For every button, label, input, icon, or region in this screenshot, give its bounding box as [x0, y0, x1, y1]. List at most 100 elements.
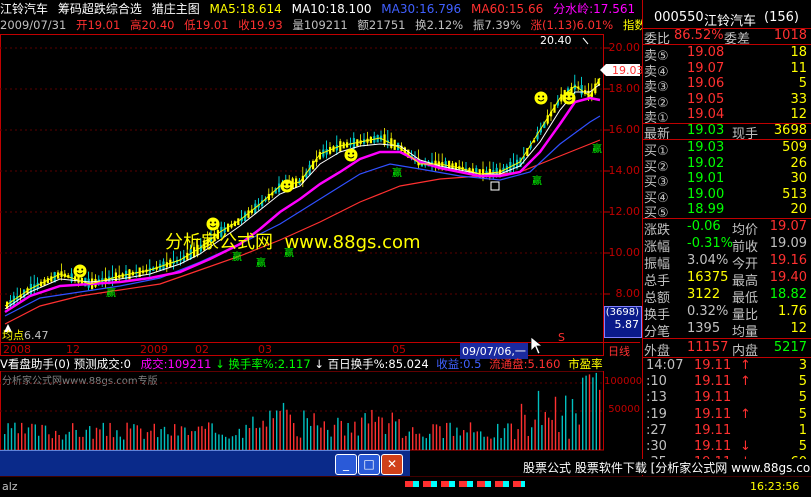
- volume-bar: [238, 428, 240, 450]
- sell-volume: 5: [798, 76, 807, 92]
- smiley-icon: [280, 179, 294, 193]
- tick-price: 19.11: [694, 439, 732, 454]
- volume-bar: [282, 402, 285, 450]
- volume-bar: [255, 428, 257, 450]
- volume-bar: [153, 423, 155, 450]
- tick-row: :13 19.11 5: [642, 390, 811, 407]
- stat-value: 19.16: [769, 253, 807, 268]
- volume-bar: [381, 417, 383, 450]
- volume-bar: [242, 437, 244, 450]
- volume-bar: [191, 431, 193, 450]
- volume-bar: [279, 410, 281, 450]
- volume-bar: [354, 421, 356, 450]
- chart-watermark: 分析家公式网 www.88gs.com: [165, 232, 421, 253]
- volume-bar: [446, 422, 448, 450]
- close-button[interactable]: ✕: [381, 454, 403, 475]
- volume-bar: [429, 433, 431, 450]
- volume-bar: [17, 433, 19, 450]
- volume-bar: [554, 396, 557, 450]
- buy-row: 买② 19.02 26: [642, 156, 811, 175]
- volume-bar: [405, 435, 407, 450]
- tick-arrow-icon: ↑: [740, 374, 751, 390]
- tick-arrow-icon: ↑: [740, 406, 751, 422]
- inner-outer-row: 外盘 11157 内盘 5217: [642, 340, 811, 359]
- low-value: 6.47: [24, 329, 49, 342]
- volume-bar: [432, 424, 434, 450]
- sub-pe: 市盈率: [568, 357, 603, 371]
- volume-bar: [201, 426, 203, 450]
- volume-bar: [265, 426, 268, 450]
- volume-chart[interactable]: [0, 371, 642, 451]
- minimize-button[interactable]: _: [335, 454, 357, 475]
- amplitude-label: 振7.39%: [472, 18, 521, 32]
- buy-row: 买③ 19.01 30: [642, 171, 811, 190]
- volume-bar: [293, 423, 295, 450]
- current-price-label: 19.03: [612, 64, 644, 77]
- volume-bar: [537, 390, 540, 450]
- volume-bar: [435, 424, 438, 450]
- smiley-icon: [534, 91, 548, 105]
- low-label: 低19.01: [184, 18, 229, 32]
- stat-row: 总手 16375 最高 19.40: [642, 270, 811, 289]
- volume-bar: [157, 437, 159, 450]
- volume-bar: [225, 436, 227, 450]
- candlestick-chart[interactable]: 赢赢赢赢赢赢赢: [0, 34, 642, 356]
- sub-chart-header: V看盘助手(0) 预测成交:0 成交:109211 ↓ 换手率%:2.117 ↓…: [0, 356, 640, 371]
- volume-bar: [221, 434, 223, 450]
- volume-bar: [561, 415, 563, 450]
- volume-bar: [439, 426, 441, 450]
- sub-title[interactable]: V看盘助手(0) 预测成交:0: [0, 357, 131, 371]
- sell-price: 19.07: [687, 60, 725, 76]
- main-chart-name[interactable]: 猎庄主图: [152, 2, 200, 16]
- volume-bar: [391, 412, 393, 450]
- status-left: alz: [2, 480, 18, 493]
- wei-cha-value: 1018: [773, 28, 807, 43]
- ma5-label: MA5:18.614: [209, 2, 282, 16]
- volume-bar: [123, 439, 125, 450]
- volume-bar: [259, 427, 261, 450]
- volume-bar: [486, 436, 489, 450]
- volume-bar: [514, 439, 516, 450]
- volume-bar: [327, 429, 329, 450]
- formula-name[interactable]: 筹码超跌综合选: [58, 2, 142, 16]
- volume-bar: [21, 422, 23, 450]
- buy-price: 19.03: [687, 140, 725, 155]
- volume-bar: [7, 423, 9, 450]
- stat-value: 3.04%: [687, 253, 729, 268]
- ma30-line: [4, 115, 601, 317]
- status-strip: [405, 481, 525, 487]
- buy-price: 19.01: [687, 171, 725, 187]
- volume-bar: [575, 413, 577, 450]
- low-prefix: 均点: [2, 329, 24, 342]
- tick-row: :30 19.11 ↓ 5: [642, 439, 811, 456]
- smiley-icon: [73, 264, 87, 278]
- volume-bar: [106, 435, 108, 450]
- volume-bar: [95, 427, 98, 450]
- stat-row: 涨幅 -0.31% 前收 19.09: [642, 236, 811, 255]
- volume-bar: [10, 428, 13, 450]
- floating-window-titlebar[interactable]: _ □ ✕: [0, 450, 410, 477]
- volume-box-top: (3698): [605, 307, 639, 318]
- volume-bar: [31, 423, 33, 450]
- sub-hundred: 百日换手%:85.024: [327, 357, 429, 371]
- stock-name[interactable]: 江铃汽车: [0, 2, 48, 16]
- volume-bar: [133, 424, 135, 450]
- maximize-button[interactable]: □: [358, 454, 380, 475]
- volume-bar: [150, 430, 152, 450]
- vol-tick: 100000: [604, 376, 643, 387]
- volume-bar: [558, 432, 560, 450]
- tick-time: :30: [646, 439, 667, 454]
- tick-arrow-icon: ↓: [740, 439, 751, 454]
- date-tick: 02: [195, 343, 209, 356]
- sell-row: 卖③ 19.06 5: [642, 76, 811, 95]
- volume-bar: [75, 429, 77, 450]
- win-signal-label: 赢: [106, 286, 116, 299]
- volume-bar: [422, 436, 424, 450]
- marquee-banner[interactable]: 股票公式 股票软件下载 [分析家公式网 www.88gs.com]: [523, 459, 811, 475]
- volume-bar: [72, 423, 74, 450]
- buy-price: 18.99: [687, 202, 725, 218]
- candles-group: [6, 74, 600, 309]
- volume-bar: [357, 435, 359, 450]
- arrow-down-icon: ↓: [314, 357, 324, 371]
- date-tick: 12: [66, 343, 80, 356]
